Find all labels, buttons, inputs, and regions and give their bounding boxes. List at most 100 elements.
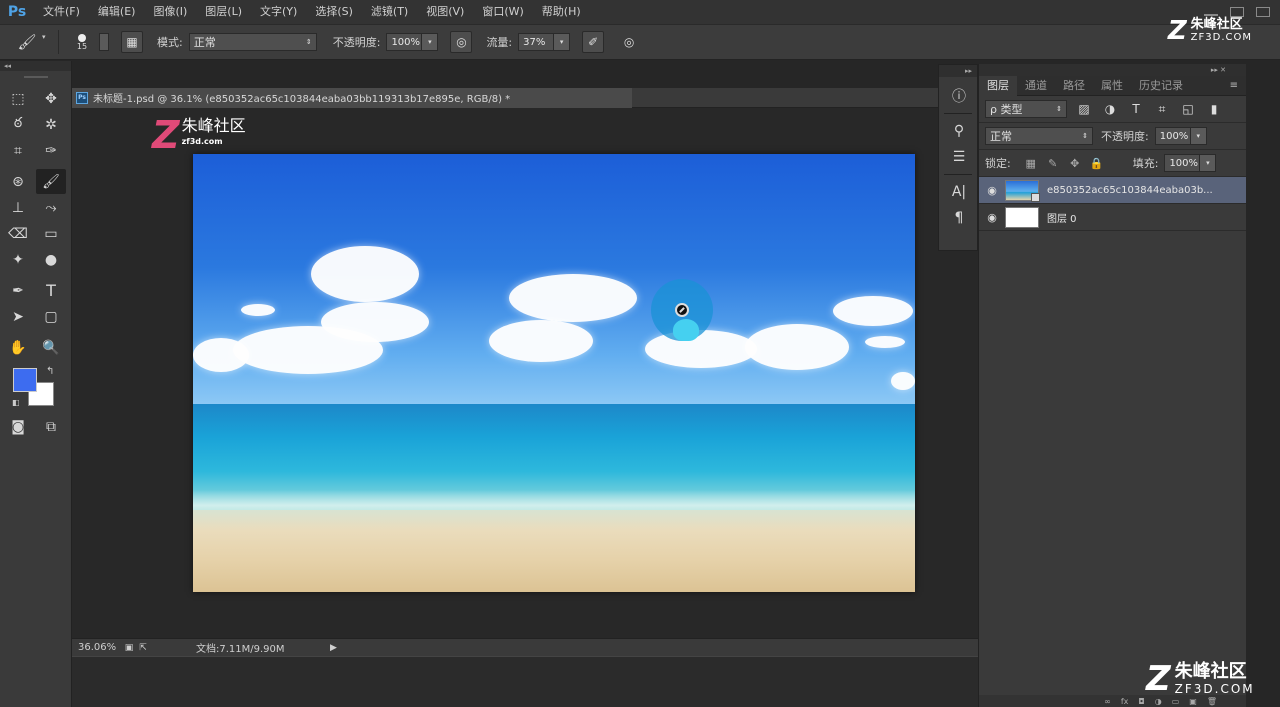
fill-input[interactable]: 100%: [1164, 154, 1201, 172]
menu-help[interactable]: 帮助(H): [533, 0, 590, 24]
history-brush-tool-icon[interactable]: ⤳: [36, 195, 66, 220]
tools-panel-collapse-icon[interactable]: ◂◂: [0, 61, 71, 71]
mode-select[interactable]: 正常 ⇕: [188, 33, 317, 51]
menu-select[interactable]: 选择(S): [306, 0, 362, 24]
opacity-input[interactable]: 100%: [386, 33, 423, 51]
eraser-tool-icon[interactable]: ⌫: [3, 221, 33, 246]
dock-collapse-icon[interactable]: ▸▸: [939, 65, 977, 77]
filter-pixel-icon[interactable]: ▨: [1075, 100, 1093, 118]
tool-preset-dropdown-arrow[interactable]: ▾: [42, 33, 50, 51]
zoom-level[interactable]: 36.06%: [72, 642, 122, 653]
document-tab[interactable]: Ps 未标题-1.psd @ 36.1% (e850352ac65c103844…: [72, 87, 632, 108]
quick-mask-icon[interactable]: ◙: [3, 414, 33, 439]
menu-layer[interactable]: 图层(L): [196, 0, 251, 24]
screen-mode-icon[interactable]: ⧉: [36, 414, 66, 439]
hand-tool-icon[interactable]: ✋: [3, 335, 33, 360]
add-mask-icon[interactable]: ◘: [1138, 697, 1144, 706]
healing-brush-tool-icon[interactable]: ⊛: [3, 169, 33, 194]
blend-mode-select[interactable]: 正常 ⇕: [985, 127, 1093, 145]
filter-toggle-icon[interactable]: ▮: [1205, 100, 1223, 118]
pressure-opacity-icon[interactable]: ◎: [450, 31, 473, 53]
lock-all-icon[interactable]: 🔒: [1089, 155, 1105, 171]
lock-transparent-icon[interactable]: ▦: [1023, 155, 1039, 171]
flow-slider-arrow[interactable]: ▾: [554, 33, 571, 51]
zoom-tool-icon[interactable]: 🔍: [36, 335, 66, 360]
menu-edit[interactable]: 编辑(E): [89, 0, 145, 24]
menu-image[interactable]: 图像(I): [144, 0, 196, 24]
visibility-eye-icon[interactable]: ◉: [979, 211, 1005, 224]
magic-wand-tool-icon[interactable]: ✲: [36, 112, 66, 137]
eyedropper-tool-icon[interactable]: ✑: [36, 138, 66, 163]
menu-file[interactable]: 文件(F): [34, 0, 89, 24]
dodge-tool-icon[interactable]: ●: [36, 247, 66, 272]
layer-opacity-input[interactable]: 100%: [1154, 127, 1191, 145]
layer-style-icon[interactable]: fx: [1121, 697, 1129, 706]
tab-history[interactable]: 历史记录: [1131, 76, 1191, 96]
character-panel-icon[interactable]: A|: [939, 179, 979, 205]
new-layer-icon[interactable]: ▣: [1189, 697, 1197, 706]
default-colors-icon[interactable]: ◧: [12, 398, 20, 407]
new-group-icon[interactable]: ▭: [1172, 697, 1180, 706]
filter-adjustment-icon[interactable]: ◑: [1101, 100, 1119, 118]
airbrush-icon[interactable]: ✐: [582, 31, 605, 53]
layer-row[interactable]: ◉ e850352ac65c103844eaba03b...: [979, 177, 1246, 204]
layer-row[interactable]: ◉ 图层 0: [979, 204, 1246, 231]
visibility-eye-icon[interactable]: ◉: [979, 184, 1005, 197]
minimize-button[interactable]: [1204, 8, 1218, 16]
paragraph-panel-icon[interactable]: ¶: [939, 205, 979, 231]
proof-icon[interactable]: ▣: [122, 643, 136, 653]
lasso-tool-icon[interactable]: ఠ: [3, 112, 33, 137]
link-layers-icon[interactable]: ∞: [1104, 697, 1111, 706]
status-menu-arrow-icon[interactable]: ▶: [330, 643, 337, 653]
marquee-tool-icon[interactable]: ⬚: [3, 86, 33, 111]
menu-type[interactable]: 文字(Y): [251, 0, 306, 24]
layer-opacity-arrow[interactable]: ▾: [1190, 127, 1207, 145]
share-icon[interactable]: ⇱: [136, 643, 150, 653]
tab-channels[interactable]: 通道: [1017, 76, 1055, 96]
menu-filter[interactable]: 滤镜(T): [362, 0, 417, 24]
close-button[interactable]: [1256, 7, 1270, 17]
tab-layers[interactable]: 图层: [979, 76, 1017, 96]
menu-window[interactable]: 窗口(W): [473, 0, 532, 24]
flow-input[interactable]: 37%: [518, 33, 555, 51]
adjustments-icon[interactable]: ☰: [939, 144, 979, 170]
color-swatches: ↰ ◧: [0, 366, 71, 412]
filter-type-icon[interactable]: T: [1127, 100, 1145, 118]
fill-arrow[interactable]: ▾: [1200, 154, 1217, 172]
brush-presets-icon[interactable]: ⚲: [939, 118, 979, 144]
crop-tool-icon[interactable]: ⌗: [3, 138, 33, 163]
lock-image-icon[interactable]: ✎: [1045, 155, 1061, 171]
panel-menu-icon[interactable]: ≡: [1230, 76, 1246, 95]
info-panel-icon[interactable]: ⓘ: [939, 83, 979, 109]
tab-properties[interactable]: 属性: [1093, 76, 1131, 96]
brush-tool-icon[interactable]: 🖌: [36, 169, 66, 194]
filter-shape-icon[interactable]: ⌗: [1153, 100, 1171, 118]
type-tool-icon[interactable]: T: [36, 278, 66, 303]
brush-panel-toggle-icon[interactable]: ▦: [121, 31, 143, 53]
lock-position-icon[interactable]: ✥: [1067, 155, 1083, 171]
filter-smart-object-icon[interactable]: ◱: [1179, 100, 1197, 118]
canvas-area[interactable]: Z 朱峰社区 zf3d.com: [72, 108, 978, 638]
opacity-slider-arrow[interactable]: ▾: [422, 33, 439, 51]
panel-grip[interactable]: [23, 76, 48, 78]
brush-tool-preset-icon[interactable]: 🖌: [14, 30, 40, 54]
rectangle-tool-icon[interactable]: ▢: [36, 304, 66, 329]
tab-paths[interactable]: 路径: [1055, 76, 1093, 96]
brush-picker-dropdown[interactable]: [99, 33, 109, 51]
layer-filter-select[interactable]: ρ 类型 ⇕: [985, 100, 1067, 118]
delete-layer-icon[interactable]: 🗑: [1207, 697, 1217, 706]
gradient-tool-icon[interactable]: ▭: [36, 221, 66, 246]
brush-size-picker[interactable]: 15: [67, 29, 97, 55]
swap-colors-icon[interactable]: ↰: [46, 366, 54, 377]
image-canvas[interactable]: [193, 154, 915, 592]
clone-stamp-tool-icon[interactable]: ⊥: [3, 195, 33, 220]
foreground-color-swatch[interactable]: [13, 368, 37, 392]
layers-panel-collapse-icon[interactable]: ▸▸ ✕: [979, 64, 1246, 76]
blur-tool-icon[interactable]: ✦: [3, 247, 33, 272]
move-tool-icon[interactable]: ✥: [36, 86, 66, 111]
pen-tool-icon[interactable]: ✒: [3, 278, 33, 303]
maximize-button[interactable]: [1230, 7, 1244, 17]
path-selection-tool-icon[interactable]: ➤: [3, 304, 33, 329]
pressure-size-icon[interactable]: ◎: [618, 31, 640, 53]
menu-view[interactable]: 视图(V): [417, 0, 473, 24]
